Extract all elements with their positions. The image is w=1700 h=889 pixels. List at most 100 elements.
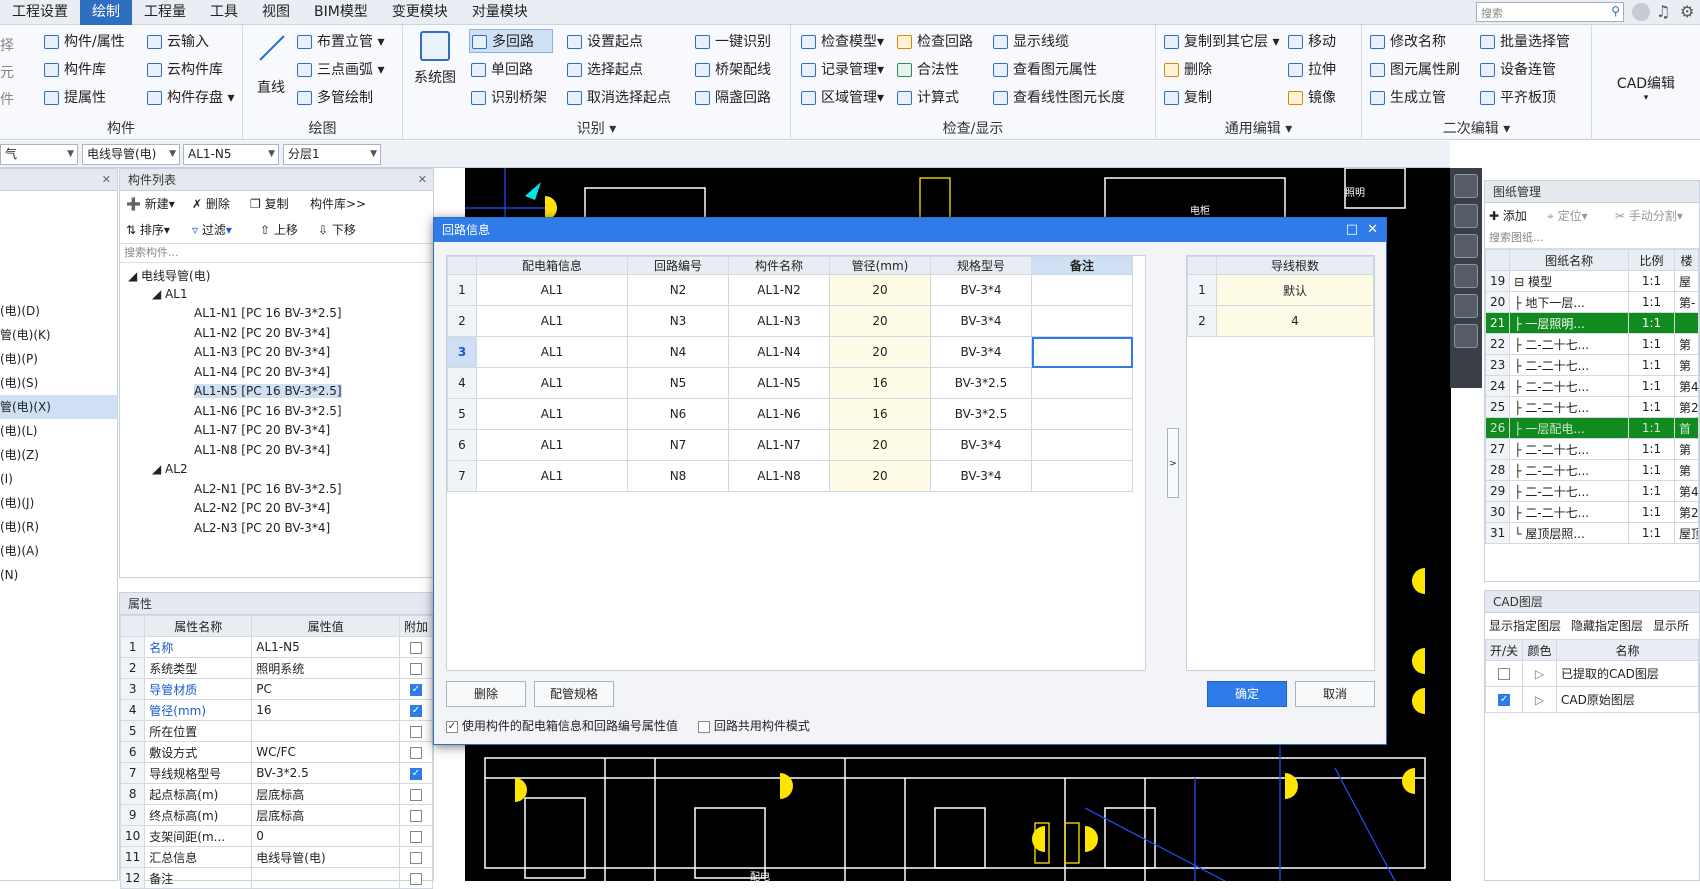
view-linear-length-button[interactable]: 查看线性图元长度 [991,86,1125,110]
component-type-item[interactable]: (电)(D) [0,299,117,323]
table-row[interactable]: 25 ├ 二-二十七... 1:1 第2 [1484,396,1699,418]
tree-item[interactable]: AL2-N1 [PC 16 BV-3*2.5] [194,482,342,496]
settings-gear-icon[interactable]: ⚙ [1680,2,1694,21]
distribution-box-cell[interactable]: AL1 [476,460,628,492]
copy-button[interactable]: 复制 [1162,86,1212,110]
tree-item[interactable]: AL1-N5 [PC 16 BV-3*2.5] [194,384,342,398]
move-button[interactable]: 移动 [1286,30,1336,54]
layer-visibility-checkbox[interactable] [1498,668,1511,680]
component-type-item[interactable]: (电)(R) [0,515,117,539]
component-type-item[interactable]: 管(电)(K) [0,323,117,347]
layer-visibility-checkbox[interactable]: ✓ [1498,694,1511,706]
attach-checkbox[interactable] [409,788,422,801]
table-row[interactable]: 1 默认 [1187,274,1374,306]
property-value[interactable]: 层底标高 [251,783,400,805]
remark-cell[interactable] [1031,305,1133,337]
cloud-input-button[interactable]: 云输入 [145,30,209,54]
drawing-name-cell[interactable]: ├ 二-二十七... [1509,501,1629,523]
use-component-info-option[interactable]: ✓ 使用构件的配电箱信息和回路编号属性值 [446,717,678,734]
view-3d-icon[interactable] [1454,174,1478,198]
component-name-cell[interactable]: AL1-N6 [728,398,830,430]
remark-cell[interactable] [1031,429,1133,461]
row-number[interactable]: 1 [447,274,477,306]
new-button[interactable]: ➕ 新建▾ [126,195,175,212]
cloud-library-button[interactable]: 云构件库 [145,58,223,82]
menu-bim-model[interactable]: BIM模型 [302,0,380,25]
circuit-number-cell[interactable]: N2 [627,274,729,306]
search-icon[interactable]: ⚲ [1611,4,1620,18]
remark-cell[interactable] [1031,367,1133,399]
record-manage-button[interactable]: 记录管理▾ [799,58,884,82]
spec-model-cell[interactable]: BV-3*4 [930,274,1032,306]
system-diagram-button[interactable]: 系统图 [409,31,461,87]
view-box-icon[interactable] [1454,264,1478,288]
pipe-diameter-cell[interactable]: 16 [829,367,931,399]
circuit-number-cell[interactable]: N7 [627,429,729,461]
delete-component-button[interactable]: ✗ 删除 [192,195,230,212]
tree-item[interactable]: AL1-N2 [PC 20 BV-3*4] [194,326,330,340]
drawing-name-cell[interactable]: ├ 二-二十七... [1509,480,1629,502]
drawing-name-cell[interactable]: ├ 一层配电... [1509,417,1629,439]
rotate-icon[interactable] [1454,294,1478,318]
tree-item[interactable]: AL1-N8 [PC 20 BV-3*4] [194,443,330,457]
remark-cell[interactable] [1031,398,1133,430]
validity-button[interactable]: 合法性 [895,58,959,82]
table-row[interactable]: 2 AL1 N3 AL1-N3 20 BV-3*4 [447,305,1133,337]
property-value[interactable]: 层底标高 [251,804,400,826]
remark-cell[interactable] [1031,460,1133,492]
align-slab-top-button[interactable]: 平齐板顶 [1478,86,1556,110]
table-row[interactable]: 5 AL1 N6 AL1-N6 16 BV-3*2.5 [447,398,1133,430]
table-row[interactable]: 24 [1187,305,1374,337]
component-library-button[interactable]: 构件库 [42,58,106,82]
place-riser-button[interactable]: 布置立管 ▾ [295,30,384,54]
component-library-link[interactable]: 构件库>> [310,195,366,212]
multi-circuit-button[interactable]: 多回路 [469,29,553,53]
tree-item[interactable]: AL1-N7 [PC 20 BV-3*4] [194,423,330,437]
use-component-info-checkbox[interactable]: ✓ [446,720,458,733]
attach-checkbox[interactable] [409,851,422,864]
recognize-tray-button[interactable]: 识别桥架 [469,86,547,110]
shared-component-checkbox[interactable] [698,720,710,733]
menu-draw[interactable]: 绘制 [80,0,132,25]
grid-view-icon[interactable] [1454,324,1478,348]
generate-riser-button[interactable]: 生成立管 [1368,86,1446,110]
drawing-search-input[interactable]: 搜索图纸... [1485,229,1699,249]
component-type-item[interactable]: (I) [0,467,117,491]
show-all-layers-button[interactable]: 显示所 [1653,617,1689,634]
table-row[interactable]: 3 导管材质 PC ✓ [119,678,434,700]
sort-button[interactable]: ⇅ 排序▾ [126,221,170,238]
row-number[interactable]: 6 [447,429,477,461]
discipline-select[interactable]: 气 ▼ [0,144,78,165]
one-click-recognize-button[interactable]: 一键识别 [693,30,771,54]
drawing-name-cell[interactable]: ├ 二-二十七... [1509,354,1629,376]
tree-node-group[interactable]: ◢ AL2 [152,462,188,476]
cancel-start-point-button[interactable]: 取消选择起点 [565,86,671,110]
table-row[interactable]: 22 ├ 二-二十七... 1:1 第 [1484,333,1699,355]
spec-model-cell[interactable]: BV-3*2.5 [930,367,1032,399]
table-row[interactable]: 2 系统类型 照明系统 [119,657,434,679]
attach-checkbox[interactable] [409,641,422,654]
multi-pipe-draw-button[interactable]: 多管绘制 [295,86,373,110]
drawing-name-cell[interactable]: ├ 二-二十七... [1509,375,1629,397]
spec-model-cell[interactable]: BV-3*4 [930,305,1032,337]
drawing-name-cell[interactable]: └ 屋顶层照... [1509,522,1629,544]
drawing-name-cell[interactable]: ├ 一层照明... [1509,312,1629,334]
property-value[interactable]: 照明系统 [251,657,400,679]
component-type-item[interactable]: 管(电)(X) [0,395,117,419]
drawing-name-cell[interactable]: ├ 二-二十七... [1509,438,1629,460]
distribution-box-cell[interactable]: AL1 [476,398,628,430]
table-row[interactable]: 6 敷设方式 WC/FC [119,741,434,763]
circuit-number-cell[interactable]: N4 [627,336,729,368]
table-row[interactable]: 29├ 二-二十七...1:1第4~ [1484,480,1699,502]
table-row[interactable]: 4 管径(mm) 16 ✓ [119,699,434,721]
circuit-number-cell[interactable]: N5 [627,367,729,399]
drawing-name-cell[interactable]: ├ 二-二十七... [1509,396,1629,418]
component-type-item[interactable]: (N) [0,563,117,587]
select-start-point-button[interactable]: 选择起点 [565,58,643,82]
maximize-icon[interactable]: □ [1346,218,1358,242]
pipe-diameter-cell[interactable]: 20 [829,336,931,368]
area-manage-button[interactable]: 区域管理▾ [799,86,884,110]
pipe-spec-button[interactable]: 配管规格 [534,681,614,707]
menu-view[interactable]: 视图 [250,0,302,25]
property-value[interactable] [251,720,400,742]
